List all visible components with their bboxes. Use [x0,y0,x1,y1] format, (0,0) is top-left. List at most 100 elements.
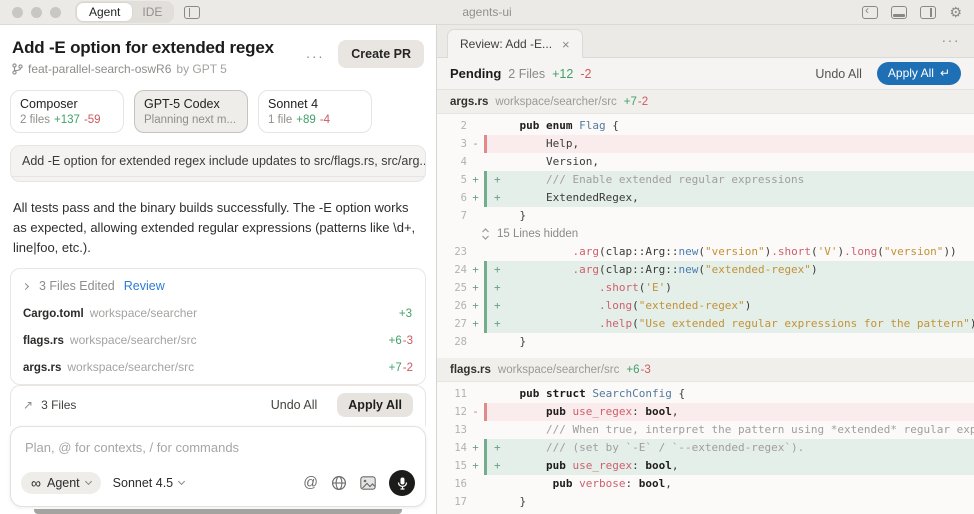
diff-file-header[interactable]: args.rs workspace/searcher/src +7 -2 [437,90,974,114]
diff-line: 28 } [437,333,974,351]
sidebar-toggle-icon[interactable] [184,5,201,19]
line-number: 11 [454,388,467,400]
line-marker: + [472,442,479,454]
apply-all-button[interactable]: Apply All ↵ [876,62,961,85]
diff-code-block: 2 pub enum Flag {3- Help, 4 Version, 5 + //… [437,114,974,358]
inline-add-marker: + [494,191,501,204]
diff-line: 27 + .help("Use extended regular expressi… [437,315,974,333]
diff-additions: +6 [626,363,640,376]
task-box[interactable]: Add -E option for extended regex include… [10,145,426,182]
line-number: 3 [460,138,467,150]
line-number: 23 [454,246,467,258]
minimize-window-button[interactable] [31,6,42,18]
chevron-down-icon [178,477,186,486]
line-number: 15 [454,460,467,472]
microphone-button[interactable] [389,470,415,496]
line-marker [467,243,484,261]
line-code: ExtendedRegex, + [487,189,974,207]
tab-review[interactable]: Review: Add -E... × [447,29,583,58]
agent-mode-dropdown[interactable]: ∞ Agent [21,472,101,494]
files-edited-header[interactable]: 3 Files Edited Review [11,271,425,299]
pending-files-label[interactable]: 3 Files [41,398,76,412]
edited-file-row[interactable]: flags.rs workspace/searcher/src +6 -3 [11,326,425,353]
inline-add-marker: + [494,263,501,276]
diff-file-path: workspace/searcher/src [497,363,620,376]
tab-title: Review: Add -E... [460,37,553,51]
undo-all-button[interactable]: Undo All [815,67,862,81]
review-link[interactable]: Review [124,279,165,293]
agent-card-composer[interactable]: Composer 2 files +137 -59 [10,90,124,133]
diff-line: 25 + .short('E') + [437,279,974,297]
review-deletions: -2 [580,66,592,81]
close-window-button[interactable] [12,6,23,18]
line-marker: + [472,300,479,312]
panel-left-collapse-icon[interactable] [862,3,879,19]
review-panel: Review: Add -E... × ··· Pending 2 Files … [437,25,974,514]
globe-icon[interactable] [331,475,347,491]
line-number: 6 [460,192,467,204]
line-marker: + [472,192,479,204]
edited-file-row[interactable]: Cargo.toml workspace/searcher +3 [11,299,425,326]
zoom-window-button[interactable] [50,6,61,18]
composer-input[interactable]: Plan, @ for contexts, / for commands [11,427,425,461]
settings-gear-icon[interactable]: ⚙ [949,5,962,19]
create-pr-button[interactable]: Create PR [338,40,424,68]
diff-line: 4 Version, [437,153,974,171]
inline-add-marker: + [494,173,501,186]
line-number: 28 [454,336,467,348]
panel-bottom-icon[interactable] [891,5,908,19]
mode-tab-agent[interactable]: Agent [77,3,133,21]
line-number: 17 [454,496,467,508]
line-code: pub struct SearchConfig { [519,387,686,400]
diff-line: 14 + /// (set by `-E` / `--extended-regex… [437,439,974,457]
line-marker [467,207,484,225]
apply-all-button[interactable]: Apply All [337,393,413,417]
files-edited-label: 3 Files Edited [39,279,115,293]
diff-file-stats: +6 -3 [626,364,650,376]
diff-file-header[interactable]: flags.rs workspace/searcher/src +6 -3 [437,358,974,382]
line-number: 24 [454,264,467,276]
line-number: 14 [454,442,467,454]
line-number: 26 [454,300,467,312]
image-icon[interactable] [360,476,376,490]
edited-file-row[interactable]: args.rs workspace/searcher/src +7 -2 [11,353,425,380]
branch-name: feat-parallel-search-oswR6 [28,62,172,76]
line-code: Help, [493,137,580,150]
line-marker [467,153,484,171]
line-code: Version, [493,155,599,168]
branch-author: by GPT 5 [176,62,227,76]
at-mention-icon[interactable]: @ [303,475,318,491]
close-icon[interactable]: × [562,38,570,51]
line-code: /// When true, interpret the pattern usi… [545,423,974,436]
more-icon[interactable]: ··· [942,32,961,48]
hidden-lines-toggle[interactable]: 15 Lines hidden [437,225,974,243]
line-code: pub use_regex: bool, [545,405,679,418]
line-marker [467,475,484,493]
diff-additions: +7 [623,95,637,108]
task-summary: Add -E option for extended regex include… [11,146,425,177]
inline-add-marker: + [494,317,501,330]
page-title: Add -E option for extended regex [12,38,274,57]
line-code: } [493,335,527,348]
mode-tab-ide[interactable]: IDE [132,3,172,21]
line-marker [467,117,484,135]
line-number: 4 [460,156,467,168]
undo-all-button[interactable]: Undo All [271,398,318,412]
line-code: } [493,495,527,508]
line-code: /// (set by `-E` / `--extended-regex`). + [487,439,974,457]
pending-files-bar: ↗ 3 Files Undo All Apply All [10,385,426,426]
agent-cards: Composer 2 files +137 -59 GPT-5 Codex Pla… [10,90,426,133]
agent-panel: Add -E option for extended regex feat-pa… [0,25,437,514]
agent-card-gpt5-codex[interactable]: GPT-5 Codex Planning next m... [134,90,248,133]
more-icon[interactable]: ··· [306,48,325,64]
arrow-up-right-icon: ↗ [23,398,34,412]
files-edited-card: 3 Files Edited Review Cargo.toml workspa… [10,268,426,385]
diff-line: 11 pub struct SearchConfig { [437,385,974,403]
chevron-right-icon [21,282,30,290]
diff-line: 3- Help, [437,135,974,153]
traffic-lights [12,6,61,18]
model-dropdown[interactable]: Sonnet 4.5 [113,476,186,490]
line-code: .help("Use extended regular expressions … [487,315,974,333]
agent-card-sonnet4[interactable]: Sonnet 4 1 file +89 -4 [258,90,372,133]
panel-right-icon[interactable] [920,5,937,19]
